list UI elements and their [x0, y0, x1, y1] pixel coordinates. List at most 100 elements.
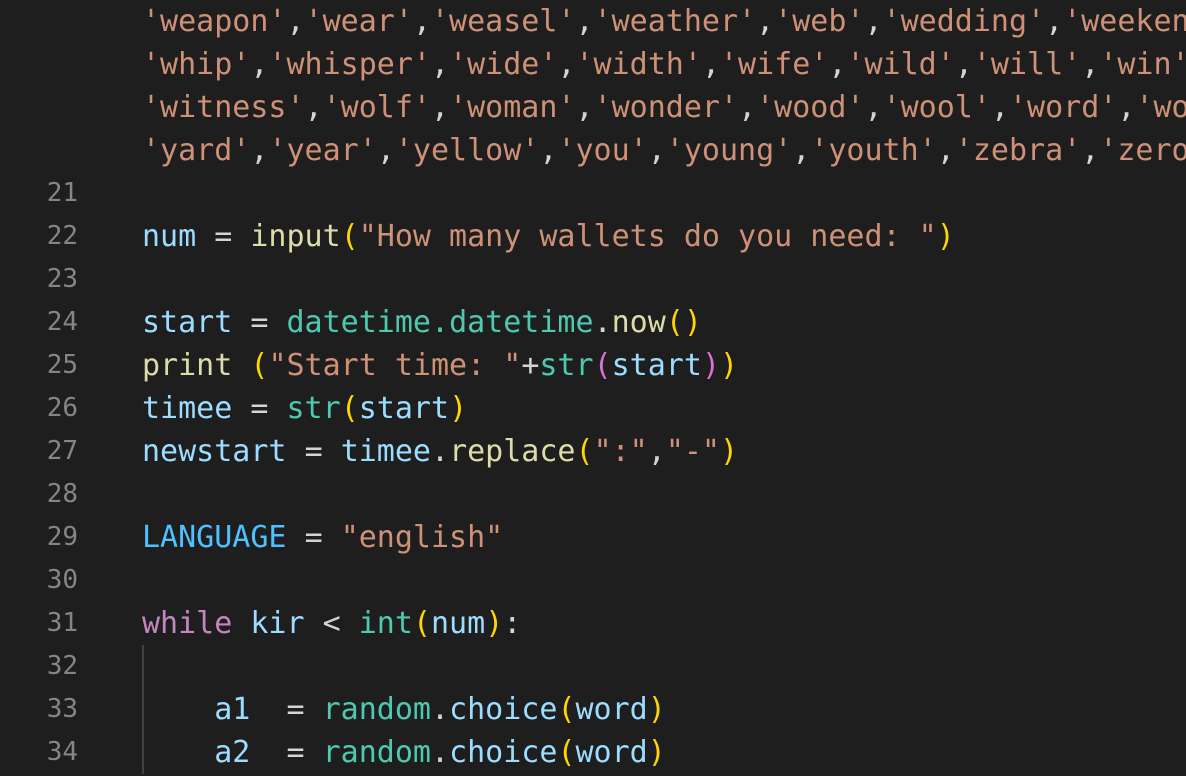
code-line[interactable]: 25 print ("Start time: "+str(start)): [0, 344, 1186, 387]
code-token: ,: [1081, 133, 1100, 168]
code-token: =: [304, 434, 323, 469]
line-number[interactable]: 29: [0, 516, 78, 559]
code-line[interactable]: 23: [0, 258, 1186, 301]
code-line[interactable]: 32: [0, 645, 1186, 688]
code-token: 'wolf': [322, 90, 431, 125]
code-token: ): [647, 735, 666, 770]
line-number[interactable]: 30: [0, 559, 78, 602]
code-token: timee: [142, 391, 233, 426]
code-token: 'width': [575, 47, 702, 82]
code-token: 'word': [1009, 90, 1118, 125]
wrapped-list-row: 'whip','whisper','wide','width','wife','…: [0, 43, 1186, 86]
code-line[interactable]: 31 while kir < int(num):: [0, 602, 1186, 645]
wrapped-list-row-text: 'whip','whisper','wide','width','wife','…: [142, 43, 1186, 86]
wrapped-list-row-text: 'yard','year','yellow','you','young','yo…: [142, 129, 1186, 172]
code-token: ,: [557, 47, 576, 82]
code-token: ): [647, 692, 666, 727]
code-token: datetime: [449, 305, 594, 340]
code-token: ,: [936, 133, 955, 168]
line-number[interactable]: 24: [0, 301, 78, 344]
code-token: ,: [431, 90, 450, 125]
code-token: num: [431, 606, 486, 641]
line-number[interactable]: 22: [0, 215, 78, 258]
code-editor-viewport[interactable]: 'weapon','wear','weasel','weather','web'…: [0, 0, 1186, 776]
code-token: ,: [1117, 90, 1136, 125]
code-token: kir: [250, 606, 305, 641]
code-token: 'wedding': [882, 4, 1046, 39]
code-token: 'youth': [810, 133, 937, 168]
code-line[interactable]: 33 a1 = random.choice(word): [0, 688, 1186, 731]
code-token: ,: [431, 47, 450, 82]
code-token: 'whisper': [268, 47, 431, 82]
code-token: 'wool': [882, 90, 991, 125]
code-token: ,: [647, 434, 666, 469]
code-token: :: [503, 606, 522, 641]
code-token: +: [521, 348, 540, 383]
code-line-text: a1 = random.choice(word): [142, 688, 666, 731]
code-token: =: [250, 305, 269, 340]
code-token: replace: [449, 434, 576, 469]
code-token: .: [431, 735, 450, 770]
code-token: ,: [376, 133, 395, 168]
wrapped-list-row-text: 'witness','wolf','woman','wonder','wood'…: [142, 86, 1186, 129]
line-number[interactable]: 34: [0, 731, 78, 774]
code-token: (: [412, 606, 431, 641]
code-token: 'wood': [756, 90, 865, 125]
code-token: ,: [304, 90, 323, 125]
code-line-text: while kir < int(num):: [142, 602, 521, 645]
code-line[interactable]: 27 newstart = timee.replace(":","-"): [0, 430, 1186, 473]
wrapped-list-row: 'weapon','wear','weasel','weather','web'…: [0, 0, 1186, 43]
code-token: ,: [250, 47, 269, 82]
indent-guide: [142, 688, 144, 731]
code-token: .: [431, 434, 450, 469]
code-token: 'will': [972, 47, 1082, 82]
code-line[interactable]: 34 a2 = random.choice(word): [0, 731, 1186, 774]
code-token: print: [142, 348, 233, 383]
code-token: 'yellow': [394, 133, 540, 168]
code-token: str: [286, 391, 341, 426]
code-token: ,: [250, 133, 269, 168]
line-number[interactable]: 25: [0, 344, 78, 387]
line-number[interactable]: 23: [0, 258, 78, 301]
code-line-text: timee = str(start): [142, 387, 467, 430]
code-line[interactable]: 26 timee = str(start): [0, 387, 1186, 430]
code-line[interactable]: 24 start = datetime.datetime.now(): [0, 301, 1186, 344]
line-number[interactable]: 31: [0, 602, 78, 645]
code-token: random: [322, 692, 431, 727]
line-number[interactable]: 27: [0, 430, 78, 473]
code-token: <: [322, 606, 341, 641]
code-token: LANGUAGE: [142, 520, 287, 555]
line-number[interactable]: 26: [0, 387, 78, 430]
code-token: 'weekend': [1063, 4, 1186, 39]
code-line[interactable]: 28: [0, 473, 1186, 516]
code-token: ): [683, 305, 702, 340]
line-number[interactable]: 33: [0, 688, 78, 731]
line-number[interactable]: 32: [0, 645, 78, 688]
code-token: random: [322, 735, 431, 770]
code-token: ,: [864, 4, 883, 39]
code-token: input: [250, 219, 341, 254]
code-line[interactable]: 21: [0, 172, 1186, 215]
code-token: word: [575, 735, 648, 770]
code-token: ,: [575, 90, 594, 125]
code-line[interactable]: 29 LANGUAGE = "english": [0, 516, 1186, 559]
code-token: start: [611, 348, 702, 383]
line-number[interactable]: 28: [0, 473, 78, 516]
code-line-text: print ("Start time: "+str(start)): [142, 344, 738, 387]
line-number[interactable]: 21: [0, 172, 78, 215]
indent-guide: [142, 731, 144, 774]
code-line[interactable]: 22 num = input("How many wallets do you n…: [0, 215, 1186, 258]
code-line[interactable]: 30: [0, 559, 1186, 602]
code-token: (: [250, 348, 269, 383]
code-token: 'year': [268, 133, 377, 168]
code-token: =: [214, 219, 233, 254]
code-token: "Start time: ": [268, 348, 522, 383]
code-token: ,: [1081, 47, 1100, 82]
